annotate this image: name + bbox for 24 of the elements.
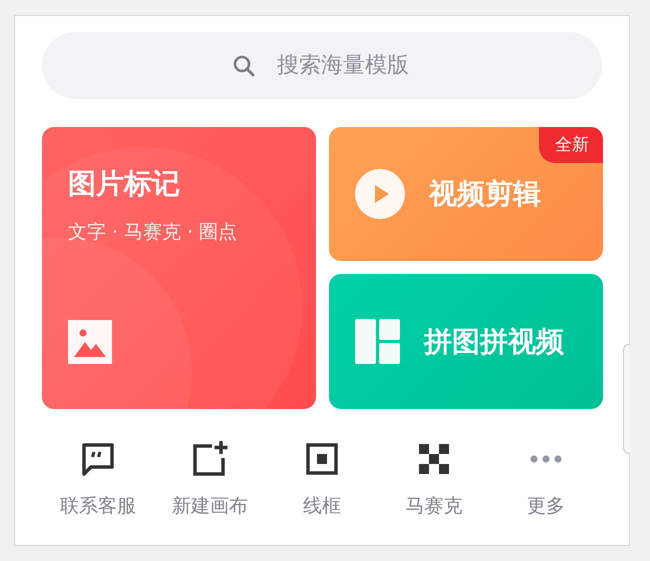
tool-label[interactable]: 联系客服 bbox=[60, 493, 136, 519]
layout-icon bbox=[355, 319, 400, 364]
mosaic-icon bbox=[419, 444, 449, 474]
video-edit-card[interactable]: 视频剪辑 全新 bbox=[329, 127, 603, 261]
more-icon bbox=[530, 455, 562, 463]
scroll-handle[interactable] bbox=[623, 344, 630, 454]
new-badge: 全新 bbox=[539, 127, 603, 163]
card-title: 图片标记 bbox=[68, 166, 181, 202]
collage-card[interactable]: 拼图拼视频 bbox=[329, 274, 603, 409]
frame-icon bbox=[306, 443, 338, 475]
tool-label[interactable]: 更多 bbox=[527, 493, 565, 519]
search-field[interactable]: 搜索海量模版 bbox=[42, 32, 602, 99]
chat-icon bbox=[82, 442, 114, 476]
add-canvas-icon bbox=[192, 441, 228, 477]
card-title: 视频剪辑 bbox=[429, 176, 541, 212]
search-icon bbox=[232, 54, 256, 78]
card-title: 拼图拼视频 bbox=[424, 324, 564, 360]
play-icon bbox=[355, 169, 405, 219]
image-mark-card[interactable]: 图片标记 文字 · 马赛克 · 圈点 bbox=[42, 127, 316, 409]
tool-label[interactable]: 马赛克 bbox=[406, 493, 462, 519]
tool-label[interactable]: 新建画布 bbox=[172, 493, 248, 519]
card-subtitle: 文字 · 马赛克 · 圈点 bbox=[68, 220, 238, 245]
tool-label[interactable]: 线框 bbox=[303, 493, 341, 519]
image-icon bbox=[68, 320, 112, 364]
